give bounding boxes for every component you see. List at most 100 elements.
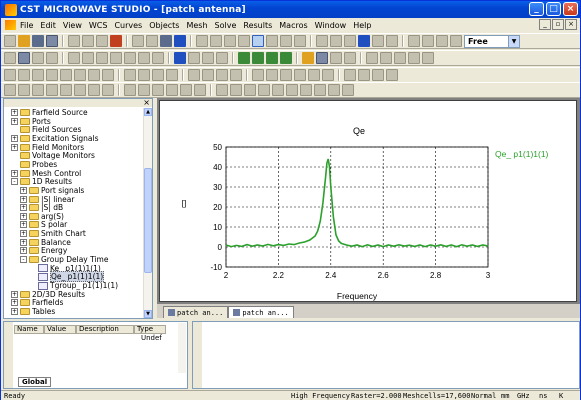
doc-tab-1[interactable]: patch an... (163, 306, 229, 318)
ruler-icon[interactable] (166, 84, 178, 96)
paste-icon[interactable] (96, 35, 108, 47)
menu-macros[interactable]: Macros (279, 21, 307, 30)
tree-item[interactable]: Tgroup_ p1(1)1(1) (29, 281, 118, 290)
expand-icon[interactable]: + (11, 290, 18, 298)
redo-icon[interactable] (146, 35, 158, 47)
curve-icon[interactable] (32, 52, 44, 64)
menu-wcs[interactable]: WCS (89, 21, 108, 30)
arc-icon[interactable] (280, 69, 292, 81)
shell-icon[interactable] (372, 69, 384, 81)
bounding-box-icon[interactable] (258, 84, 270, 96)
dimension-icon[interactable] (180, 84, 192, 96)
align-icon[interactable] (202, 69, 214, 81)
col-name[interactable]: Name (14, 325, 44, 334)
wcs-point-icon[interactable] (102, 84, 114, 96)
pick-face-icon[interactable] (32, 69, 44, 81)
chevron-down-icon[interactable]: ▼ (508, 35, 519, 47)
frequency-icon[interactable] (216, 52, 228, 64)
mesh-properties-icon[interactable] (344, 52, 356, 64)
document-icon[interactable] (5, 20, 16, 30)
tab-global[interactable]: Global (18, 377, 52, 387)
rotate-icon[interactable] (196, 35, 208, 47)
undo-icon[interactable] (132, 35, 144, 47)
col-type[interactable]: Type (134, 325, 166, 334)
show-icon[interactable] (300, 84, 312, 96)
menu-edit[interactable]: Edit (40, 21, 56, 30)
expand-icon[interactable]: + (20, 238, 27, 246)
boolean-add-icon[interactable] (124, 69, 136, 81)
view-iso-icon[interactable] (358, 35, 370, 47)
pick-end-icon[interactable] (88, 69, 100, 81)
copy-icon[interactable] (82, 35, 94, 47)
tree-item[interactable]: Qe_ p1(1)1(1) (29, 271, 105, 283)
tree-item[interactable]: + Balance (20, 238, 71, 247)
expand-icon[interactable]: + (20, 212, 27, 220)
tree-item[interactable]: + Farfields (11, 298, 63, 307)
highlight-icon[interactable] (328, 84, 340, 96)
result-1d-icon[interactable] (366, 52, 378, 64)
collapse-icon[interactable]: - (11, 178, 18, 186)
cutplane-icon[interactable] (124, 84, 136, 96)
rotate-shape-icon[interactable] (152, 52, 164, 64)
tree-item[interactable]: + |S| dB (20, 203, 63, 212)
smith-icon[interactable] (422, 52, 434, 64)
doc-close-button[interactable]: × (565, 19, 577, 30)
section-icon[interactable] (138, 84, 150, 96)
menu-file[interactable]: File (20, 21, 33, 30)
select-mode-icon[interactable] (252, 35, 264, 47)
cylinder-icon[interactable] (96, 52, 108, 64)
mesh-view-2-icon[interactable] (330, 52, 342, 64)
mesh-view-icon[interactable] (450, 35, 462, 47)
view-left-icon[interactable] (372, 35, 384, 47)
expand-icon[interactable]: + (20, 221, 27, 229)
pan-icon[interactable] (210, 35, 222, 47)
menu-objects[interactable]: Objects (149, 21, 179, 30)
edit-icon[interactable] (4, 52, 16, 64)
result-2d-icon[interactable] (380, 52, 392, 64)
tree-item[interactable]: + |S| linear (20, 195, 74, 204)
info-icon[interactable] (160, 35, 172, 47)
cone-icon[interactable] (110, 52, 122, 64)
menu-solve[interactable]: Solve (215, 21, 237, 30)
wcs-face-icon[interactable] (74, 84, 86, 96)
tree-item[interactable]: Field Sources (11, 125, 81, 134)
expand-icon[interactable]: + (20, 230, 27, 238)
scroll-down-icon[interactable]: ▼ (144, 310, 152, 318)
chamfer-icon[interactable] (358, 69, 370, 81)
pick-edge-icon[interactable] (18, 69, 30, 81)
parameter-row-type[interactable]: Undef (141, 334, 162, 342)
annotation-icon[interactable] (194, 84, 206, 96)
tree-item[interactable]: + Smith Chart (20, 229, 86, 238)
solid-icon[interactable] (230, 84, 242, 96)
expand-icon[interactable]: + (20, 247, 27, 255)
tree-item[interactable]: - 1D Results (11, 177, 72, 186)
expand-icon[interactable]: + (11, 134, 18, 142)
tree-close-icon[interactable]: × (143, 99, 150, 107)
new-file-icon[interactable] (4, 35, 16, 47)
menu-results[interactable]: Results (243, 21, 272, 30)
tree-item[interactable]: + Ports (11, 117, 51, 126)
extrude-icon[interactable] (138, 52, 150, 64)
zoom-icon[interactable] (224, 35, 236, 47)
cut-icon[interactable] (68, 35, 80, 47)
solver-start-icon[interactable] (302, 52, 314, 64)
tree-item[interactable]: Voltage Monitors (11, 151, 95, 160)
shape-icon[interactable] (46, 52, 58, 64)
view-front-icon[interactable] (316, 35, 328, 47)
doc-tab-2[interactable]: patch an... (228, 306, 294, 318)
pick-point-icon[interactable] (4, 69, 16, 81)
expand-icon[interactable]: + (20, 204, 27, 212)
print-icon[interactable] (46, 35, 58, 47)
col-value[interactable]: Value (44, 325, 76, 334)
mirror-icon[interactable] (216, 69, 228, 81)
expand-icon[interactable]: + (20, 186, 27, 194)
collapse-icon[interactable]: - (20, 256, 27, 264)
doc-restore-button[interactable]: ▫ (552, 19, 564, 30)
wcs-align-icon[interactable] (18, 84, 30, 96)
fillet-icon[interactable] (344, 69, 356, 81)
wcs-rotate-icon[interactable] (46, 84, 58, 96)
maximize-button[interactable]: □ (546, 2, 561, 16)
monitor-e-icon[interactable] (266, 52, 278, 64)
tree-item[interactable]: +2D/3D Results (11, 290, 85, 299)
pick-circle-icon[interactable] (60, 69, 72, 81)
